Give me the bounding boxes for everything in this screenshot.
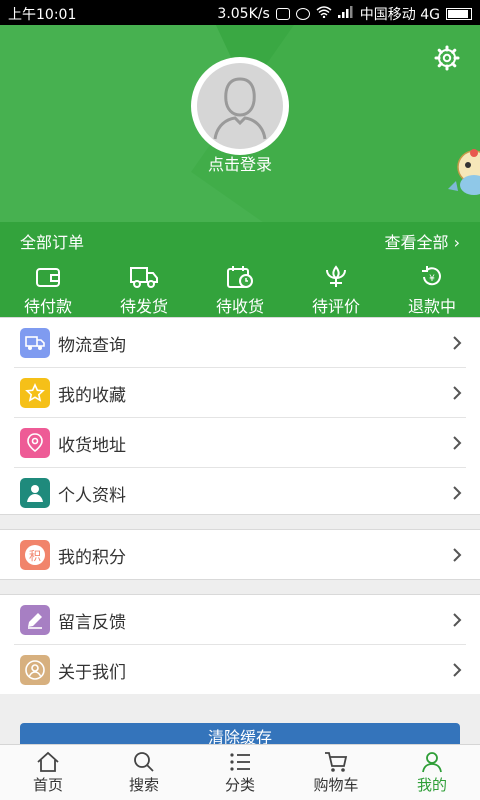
person-icon bbox=[20, 478, 50, 508]
points-icon: 积 bbox=[20, 540, 50, 570]
signal-icon bbox=[337, 6, 354, 22]
order-status-pending-shipment[interactable]: 待发货 bbox=[109, 265, 179, 317]
avatar[interactable] bbox=[191, 57, 289, 155]
tab-label: 我的 bbox=[416, 776, 447, 794]
carrier: 中国移动 4G bbox=[359, 7, 440, 23]
view-all-label: 查看全部 bbox=[384, 233, 449, 252]
user-circle-icon bbox=[20, 655, 50, 685]
menu-item-favorites[interactable]: 我的收藏 bbox=[0, 368, 480, 418]
menu-item-profile[interactable]: 个人资料 bbox=[0, 468, 480, 518]
tab-label: 购物车 bbox=[313, 776, 359, 794]
tab-cart[interactable]: 购物车 bbox=[288, 745, 384, 800]
chevron-right-icon bbox=[453, 613, 462, 627]
net-speed: 3.05K/s bbox=[217, 6, 270, 22]
menu-group-2: 积 我的积分 bbox=[0, 529, 480, 580]
status-bar: 上午10:01 3.05K/s 中国移动 4G bbox=[0, 0, 480, 25]
menu-item-address[interactable]: 收货地址 bbox=[0, 418, 480, 468]
mascot-icon bbox=[448, 145, 480, 205]
order-status-label: 待收货 bbox=[215, 297, 264, 316]
pencil-icon bbox=[20, 605, 50, 635]
star-icon bbox=[20, 378, 50, 408]
default-avatar-icon bbox=[197, 63, 283, 149]
order-status-pending-payment[interactable]: 待付款 bbox=[13, 265, 83, 317]
user-icon bbox=[422, 752, 442, 773]
order-status-label: 退款中 bbox=[407, 297, 456, 316]
settings-gear-icon[interactable] bbox=[434, 45, 460, 71]
chevron-right-icon bbox=[453, 386, 462, 400]
wallet-icon bbox=[36, 268, 60, 287]
search-icon bbox=[134, 752, 154, 772]
chevron-right-icon bbox=[453, 663, 462, 677]
order-status-label: 待付款 bbox=[23, 297, 72, 316]
menu-item-label: 物流查询 bbox=[58, 335, 126, 356]
points-icon-text: 积 bbox=[25, 545, 45, 565]
chevron-right-icon: › bbox=[453, 233, 460, 252]
tab-label: 搜索 bbox=[128, 776, 159, 794]
cart-icon bbox=[325, 752, 348, 772]
truck-icon bbox=[130, 267, 158, 288]
chevron-right-icon bbox=[453, 548, 462, 562]
home-icon bbox=[37, 751, 59, 772]
tab-category[interactable]: 分类 bbox=[192, 745, 288, 800]
menu-item-feedback[interactable]: 留言反馈 bbox=[0, 595, 480, 645]
order-status-refunding[interactable]: ¥ 退款中 bbox=[397, 265, 467, 317]
order-status-pending-receipt[interactable]: 待收货 bbox=[205, 265, 275, 317]
menu-item-label: 留言反馈 bbox=[58, 612, 126, 633]
menu-item-label: 我的收藏 bbox=[58, 385, 126, 406]
chevron-right-icon bbox=[453, 336, 462, 350]
all-orders-title: 全部订单 bbox=[20, 233, 85, 252]
flower-icon bbox=[326, 265, 346, 287]
refund-icon: ¥ bbox=[422, 266, 441, 286]
bottom-tab-bar: 首页 搜索 分类 购物车 我的 bbox=[0, 744, 480, 800]
wifi-icon bbox=[316, 6, 332, 22]
order-status-label: 待发货 bbox=[119, 297, 168, 316]
menu-item-points[interactable]: 积 我的积分 bbox=[0, 530, 480, 580]
menu-item-label: 关于我们 bbox=[58, 662, 126, 683]
menu-item-label: 个人资料 bbox=[58, 485, 126, 506]
menu-group-1: 物流查询 我的收藏 收货地址 个人资料 bbox=[0, 317, 480, 515]
battery-icon bbox=[446, 8, 472, 20]
location-pin-icon bbox=[20, 428, 50, 458]
calendar-clock-icon bbox=[227, 266, 253, 288]
chevron-right-icon bbox=[453, 486, 462, 500]
menu-item-label: 我的积分 bbox=[58, 547, 126, 568]
tab-search[interactable]: 搜索 bbox=[96, 745, 192, 800]
tab-mine[interactable]: 我的 bbox=[384, 745, 480, 800]
chevron-right-icon bbox=[453, 436, 462, 450]
tab-label: 首页 bbox=[32, 776, 63, 794]
alarm-icon bbox=[295, 8, 310, 20]
svg-text:¥: ¥ bbox=[429, 274, 435, 284]
order-status-pending-review[interactable]: 待评价 bbox=[301, 265, 371, 317]
menu-group-3: 留言反馈 关于我们 bbox=[0, 594, 480, 694]
sync-icon bbox=[275, 8, 290, 20]
status-time: 上午10:01 bbox=[8, 7, 77, 23]
profile-header: 点击登录 全部订单 查看全部 › 待付款 待发货 待收货 待评价 ¥ 退款中 bbox=[0, 25, 480, 317]
status-right: 3.05K/s 中国移动 4G bbox=[217, 4, 472, 24]
list-icon bbox=[230, 753, 250, 771]
tab-home[interactable]: 首页 bbox=[0, 745, 96, 800]
tab-label: 分类 bbox=[224, 776, 255, 794]
menu-item-logistics[interactable]: 物流查询 bbox=[0, 318, 480, 368]
order-status-label: 待评价 bbox=[311, 297, 360, 316]
truck-icon bbox=[20, 328, 50, 358]
menu-item-label: 收货地址 bbox=[58, 435, 126, 456]
view-all-orders-link[interactable]: 查看全部 › bbox=[384, 229, 460, 253]
login-link[interactable]: 点击登录 bbox=[0, 151, 480, 175]
menu-item-about[interactable]: 关于我们 bbox=[0, 645, 480, 695]
